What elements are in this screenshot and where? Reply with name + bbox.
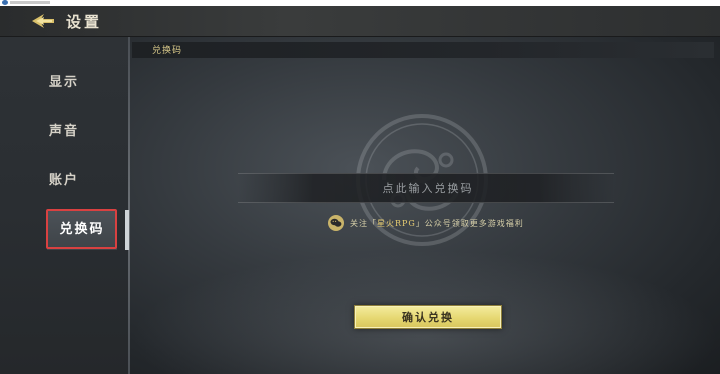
wechat-icon (328, 215, 344, 231)
page-title: 设置 (66, 13, 103, 31)
back-button[interactable] (30, 12, 56, 30)
sidebar-divider (128, 37, 130, 374)
notice-prefix: 关注「 (350, 218, 377, 228)
sidebar-item-display[interactable]: 显示 (0, 63, 128, 103)
notice-suffix: 」公众号领取更多游戏福利 (415, 218, 524, 228)
sidebar-item-account[interactable]: 账户 (0, 161, 128, 201)
sidebar-item-sound[interactable]: 声音 (0, 112, 128, 152)
section-header: 兑换码 (132, 42, 714, 58)
window-title-bar (10, 1, 50, 4)
confirm-redeem-button[interactable]: 确认兑换 (354, 305, 502, 329)
wechat-notice: 关注「星火RPG」公众号领取更多游戏福利 (328, 214, 524, 232)
back-arrow-icon (32, 14, 54, 28)
settings-screen: 设置 显示 声音 账户 兑换码 兑换码 关注「星火RPG」公众号领取更多游戏福利 (0, 0, 720, 374)
notice-account-name: 星火RPG (377, 218, 416, 228)
notice-text: 关注「星火RPG」公众号领取更多游戏福利 (350, 218, 524, 229)
active-indicator (125, 210, 129, 250)
section-title: 兑换码 (152, 46, 183, 56)
app-icon (2, 0, 8, 5)
active-item-highlight (46, 209, 117, 249)
header-bar: 设置 (0, 6, 720, 37)
redeem-code-input[interactable] (238, 174, 618, 203)
